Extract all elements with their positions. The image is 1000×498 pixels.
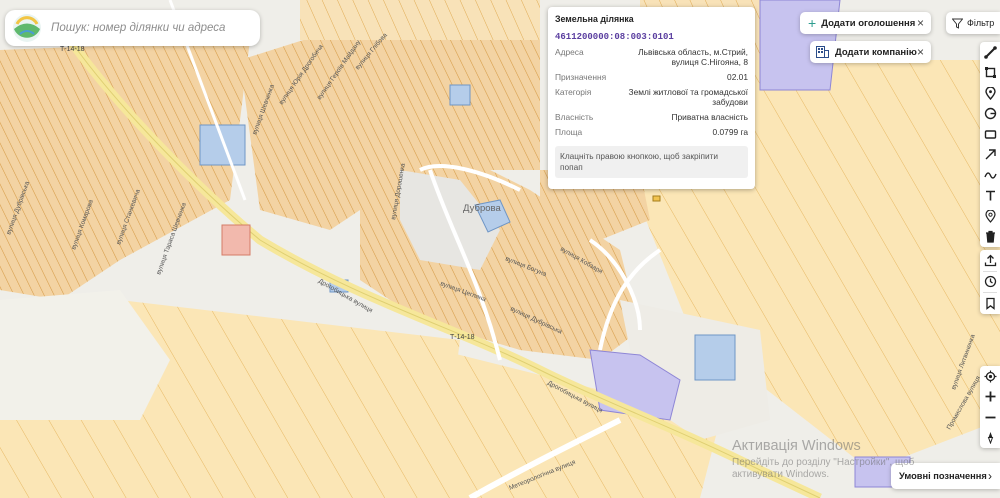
road-code-label-2: Т-14-18 (60, 46, 85, 53)
chevron-right-icon: › (988, 469, 992, 483)
search-input[interactable] (49, 21, 253, 35)
road-code-label-1: Т-14-18 (450, 334, 475, 341)
popup-row-area: Площа 0.0799 га (555, 127, 748, 137)
text-icon[interactable] (980, 186, 1000, 207)
locate-icon[interactable] (980, 366, 1000, 387)
add-company-button[interactable]: Додати компанію × (810, 41, 931, 63)
upload-icon[interactable] (980, 250, 1000, 271)
building-blue-north (449, 84, 471, 106)
zoom-in-icon[interactable] (980, 387, 1000, 408)
popup-hint: Клацніть правою кнопкою, щоб закріпити п… (555, 146, 748, 178)
trash-icon[interactable] (980, 227, 1000, 248)
logo-icon (13, 14, 41, 42)
filter-icon (952, 18, 963, 29)
arrow-icon[interactable] (980, 145, 1000, 166)
filter-label: Фільтр (967, 18, 995, 28)
ownership-label: Власність (555, 112, 594, 122)
cadastral-map[interactable]: Дуброва Т-14-18 Т-14-18 Дрогобицька вули… (0, 0, 1000, 498)
address-label: Адреса (555, 47, 584, 57)
ownership-value: Приватна власність (671, 112, 749, 122)
bookmark-icon[interactable] (980, 293, 1000, 314)
search-box[interactable] (5, 10, 260, 46)
district-label: Дуброва (463, 203, 501, 214)
watermark-title: Активація Windows (732, 438, 861, 454)
view-toolbar (980, 250, 1000, 314)
compass-icon[interactable] (980, 428, 1000, 449)
add-listing-button[interactable]: + Додати оголошення × (800, 12, 931, 34)
building-blue-west (199, 124, 246, 166)
purpose-label: Призначення (555, 72, 607, 82)
add-company-label: Додати компанію (835, 46, 917, 58)
clock-icon[interactable] (980, 272, 1000, 293)
pin-icon[interactable] (980, 83, 1000, 104)
freehand-icon[interactable] (980, 165, 1000, 186)
polygon-icon[interactable] (980, 63, 1000, 84)
popup-row-address: Адреса Львівська область, м.Стрий, вулиц… (555, 47, 748, 67)
filter-button[interactable]: Фільтр (946, 12, 1000, 34)
rectangle-icon[interactable] (980, 124, 1000, 145)
close-listing-button[interactable]: × (917, 16, 924, 30)
parcel-pink (221, 224, 251, 256)
zoom-toolbar (980, 366, 1000, 448)
parcel-popup: Земельна ділянка 4611200000:08:003:0101 … (548, 7, 755, 189)
zoom-out-icon[interactable] (980, 407, 1000, 428)
windows-activation-watermark: Активація Windows Перейдіть до розділу "… (732, 438, 962, 481)
selected-parcel (652, 195, 661, 202)
cadastral-number-link[interactable]: 4611200000:08:003:0101 (555, 32, 748, 42)
circle-icon[interactable] (980, 104, 1000, 125)
popup-row-ownership: Власність Приватна власність (555, 112, 748, 122)
residential-parcels-top (300, 0, 540, 40)
purpose-value: 02.01 (727, 72, 748, 82)
building-icon (816, 46, 829, 58)
close-company-button[interactable]: × (917, 45, 924, 59)
location-icon[interactable] (980, 206, 1000, 227)
category-label: Категорія (555, 87, 592, 97)
popup-row-category: Категорія Землі житлової та громадської … (555, 87, 748, 107)
watermark-subtitle: Перейдіть до розділу "Настройки", щоб ак… (732, 457, 915, 480)
address-value: Львівська область, м.Стрий, вулиця С.Ніг… (638, 47, 748, 67)
add-listing-label: Додати оголошення (821, 17, 916, 29)
plus-icon: + (808, 15, 817, 31)
building-blue-south (694, 334, 736, 381)
area-label: Площа (555, 127, 583, 137)
popup-title: Земельна ділянка (555, 14, 634, 24)
category-value: Землі житлової та громадської забудови (628, 87, 748, 107)
popup-row-purpose: Призначення 02.01 (555, 72, 748, 82)
ruler-icon[interactable] (980, 42, 1000, 63)
area-value: 0.0799 га (712, 127, 748, 137)
drawing-toolbar (980, 42, 1000, 247)
